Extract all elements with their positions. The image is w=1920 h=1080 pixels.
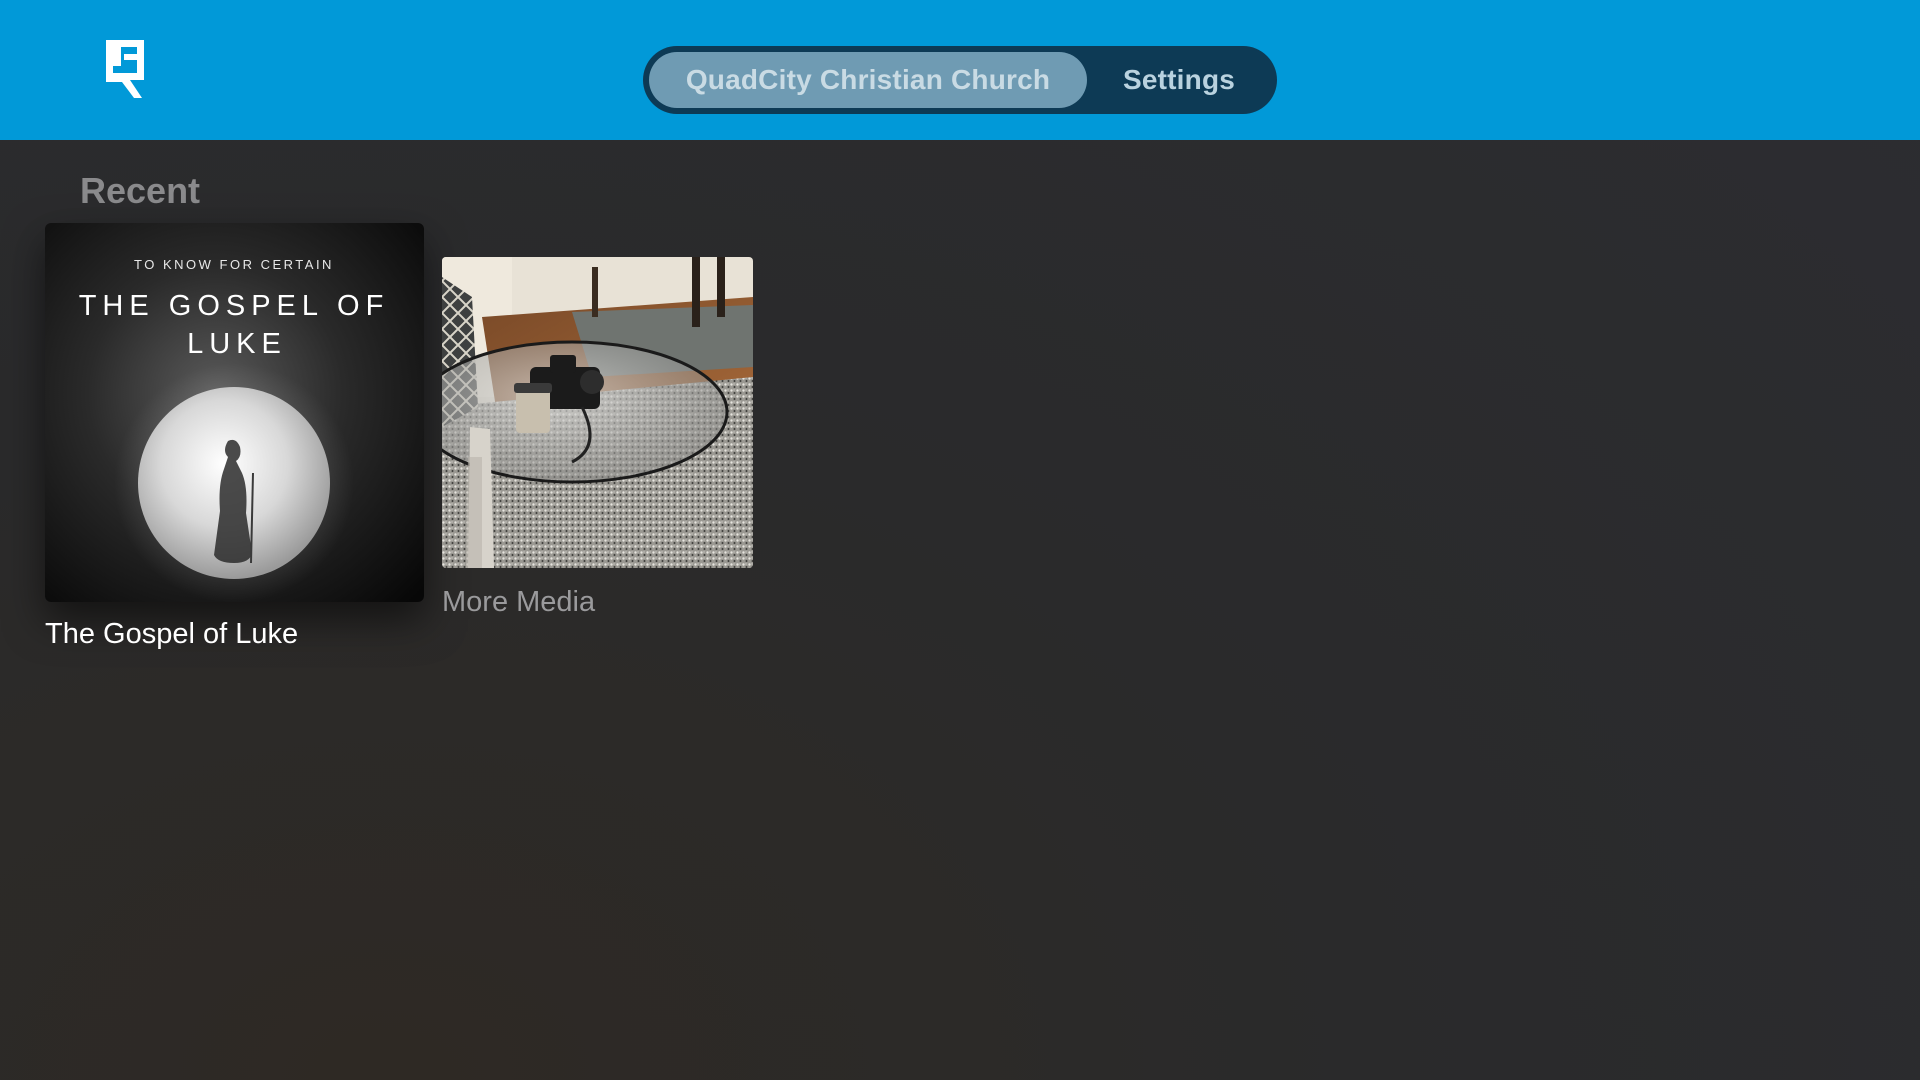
section-title-recent: Recent	[80, 170, 201, 211]
media-card-caption: The Gospel of Luke	[45, 618, 299, 650]
artwork-title-line2: LUKE	[187, 328, 287, 360]
media-card-gospel-of-luke[interactable]: TO KNOW FOR CERTAIN THE GOSPEL OF LUKE T…	[45, 223, 424, 651]
living-room-photo	[442, 257, 753, 568]
tab-quadcity-christian-church[interactable]: QuadCity Christian Church	[649, 52, 1087, 108]
tab-settings[interactable]: Settings	[1087, 52, 1271, 108]
media-card-caption: More Media	[442, 586, 596, 618]
church-logo-icon	[106, 40, 144, 98]
gospel-of-luke-artwork: TO KNOW FOR CERTAIN THE GOSPEL OF LUKE	[45, 223, 424, 602]
artwork-kicker: TO KNOW FOR CERTAIN	[134, 257, 334, 272]
top-bar: QuadCity Christian Church Settings	[0, 0, 1920, 140]
artwork-title-line1: THE GOSPEL OF	[79, 290, 390, 322]
tab-label: QuadCity Christian Church	[685, 64, 1051, 95]
tab-label: Settings	[1122, 64, 1236, 95]
media-card-more-media[interactable]: More Media	[442, 257, 753, 619]
tab-bar: QuadCity Christian Church Settings	[643, 46, 1277, 114]
